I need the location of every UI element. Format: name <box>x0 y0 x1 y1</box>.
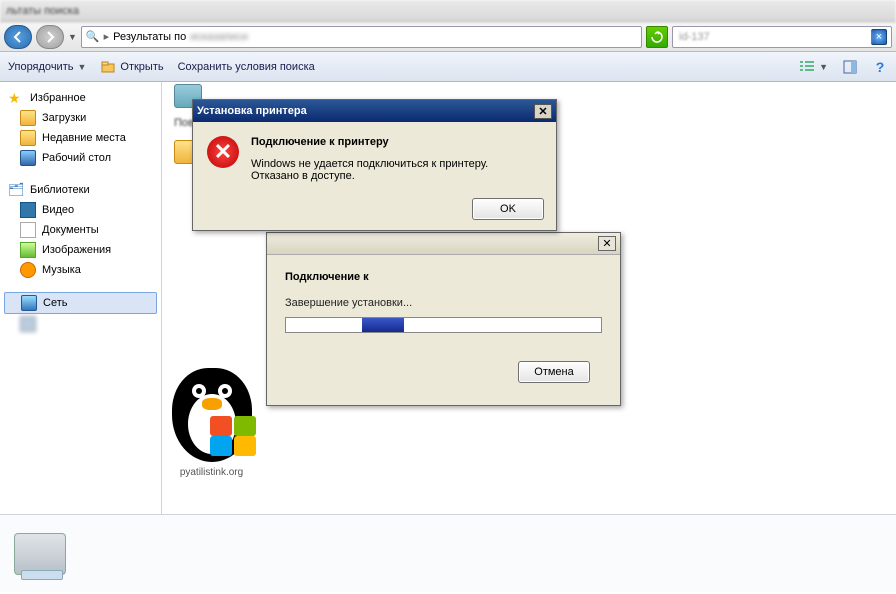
command-toolbar: Упорядочить ▼ Открыть Сохранить условия … <box>0 52 896 82</box>
sidebar-item-pictures[interactable]: Изображения <box>0 240 161 260</box>
arrow-right-icon <box>44 31 56 43</box>
help-icon: ? <box>872 59 888 75</box>
close-icon: ✕ <box>602 237 611 250</box>
open-button[interactable]: Открыть <box>100 59 163 75</box>
sidebar-item-downloads[interactable]: Загрузки <box>0 108 161 128</box>
arrow-left-icon <box>12 31 24 43</box>
help-button[interactable]: ? <box>872 59 888 75</box>
organize-label: Упорядочить <box>8 61 73 73</box>
close-button[interactable]: ✕ <box>598 236 616 251</box>
chevron-down-icon: ▼ <box>819 62 828 72</box>
sidebar-favorites[interactable]: ★ Избранное <box>0 88 161 108</box>
open-label: Открыть <box>120 61 163 73</box>
nav-bar: ▼ 🔍 ▸ Результаты по исказаписи × <box>0 22 896 52</box>
organize-menu[interactable]: Упорядочить ▼ <box>8 61 86 73</box>
preview-pane-button[interactable] <box>842 59 858 75</box>
dialog-titlebar[interactable]: Установка принтера ✕ <box>193 100 556 122</box>
sidebar-item-videos[interactable]: Видео <box>0 200 161 220</box>
save-search-label: Сохранить условия поиска <box>178 61 315 73</box>
forward-button[interactable] <box>36 25 64 49</box>
sidebar-item-music[interactable]: Музыка <box>0 260 161 280</box>
breadcrumb[interactable]: Результаты по <box>113 31 186 43</box>
sidebar-item-documents[interactable]: Документы <box>0 220 161 240</box>
view-mode-button[interactable]: ▼ <box>799 59 828 75</box>
star-icon: ★ <box>8 90 24 106</box>
chevron-right-icon: ▸ <box>104 30 110 43</box>
ok-button[interactable]: OK <box>472 198 544 220</box>
close-button[interactable]: ✕ <box>534 104 552 119</box>
search-box[interactable]: × <box>672 26 892 48</box>
sidebar-favorites-label: Избранное <box>30 92 86 104</box>
history-dropdown-icon[interactable]: ▼ <box>68 32 77 42</box>
window-title: льтаты поиска <box>6 5 79 17</box>
refresh-icon <box>651 31 663 43</box>
progress-target-label: Подключение к <box>285 271 602 283</box>
search-glyph-icon: 🔍 <box>86 30 100 43</box>
partial-text: Пов <box>174 117 194 129</box>
sidebar-network[interactable]: Сеть <box>4 292 157 314</box>
error-dialog: Установка принтера ✕ ✕ Подключение к при… <box>192 99 557 231</box>
error-message-1: Windows не удается подключиться к принте… <box>251 158 542 170</box>
error-message-2: Отказано в доступе. <box>251 170 542 182</box>
sidebar-item-label: Видео <box>42 204 74 216</box>
video-icon <box>20 202 36 218</box>
documents-icon <box>20 222 36 238</box>
pictures-icon <box>20 242 36 258</box>
save-search-button[interactable]: Сохранить условия поиска <box>178 61 315 73</box>
breadcrumb-blurred: исказаписи <box>190 31 248 43</box>
sidebar-item-label: Изображения <box>42 244 111 256</box>
error-heading: Подключение к принтеру <box>251 136 542 148</box>
sidebar-libraries[interactable]: 🗂 Библиотеки <box>0 180 161 200</box>
progress-status: Завершение установки... <box>285 297 602 309</box>
close-icon: ✕ <box>538 105 547 118</box>
navigation-sidebar: ★ Избранное Загрузки Недавние места Рабо… <box>0 82 162 514</box>
dialog-title: Установка принтера <box>197 105 307 117</box>
refresh-button[interactable] <box>646 26 668 48</box>
watermark-text: pyatilistink.org <box>154 467 269 478</box>
sidebar-item-label: Недавние места <box>42 132 126 144</box>
address-bar[interactable]: 🔍 ▸ Результаты по исказаписи <box>81 26 642 48</box>
sidebar-item-label: Загрузки <box>42 112 86 124</box>
search-input[interactable] <box>677 30 871 44</box>
details-pane <box>0 514 896 592</box>
sidebar-item-label: Музыка <box>42 264 81 276</box>
folder-icon <box>20 110 36 126</box>
sidebar-item-label: Рабочий стол <box>42 152 111 164</box>
view-list-icon <box>799 59 815 75</box>
libraries-icon: 🗂 <box>8 182 24 198</box>
sidebar-item-recent[interactable]: Недавние места <box>0 128 161 148</box>
back-button[interactable] <box>4 25 32 49</box>
sidebar-item-desktop[interactable]: Рабочий стол <box>0 148 161 168</box>
desktop-icon <box>20 150 36 166</box>
sidebar-libraries-label: Библиотеки <box>30 184 90 196</box>
window-titlebar: льтаты поиска <box>0 0 896 22</box>
music-icon <box>20 262 36 278</box>
sidebar-item-network-child[interactable] <box>0 314 161 334</box>
dialog-titlebar[interactable]: ✕ <box>267 233 620 255</box>
progress-bar <box>285 317 602 333</box>
printer-icon <box>14 533 66 575</box>
cancel-button[interactable]: Отмена <box>518 361 590 383</box>
chevron-down-icon: ▼ <box>77 62 86 72</box>
error-icon: ✕ <box>207 136 239 168</box>
progress-dialog: ✕ Подключение к Завершение установки... … <box>266 232 621 406</box>
sidebar-network-label: Сеть <box>43 297 67 309</box>
search-button[interactable]: × <box>871 29 887 45</box>
preview-pane-icon <box>842 59 858 75</box>
network-icon <box>21 295 37 311</box>
folder-icon <box>20 130 36 146</box>
open-icon <box>100 59 116 75</box>
computer-icon <box>20 316 36 332</box>
sidebar-item-label: Документы <box>42 224 99 236</box>
watermark-logo: pyatilistink.org <box>154 357 269 472</box>
